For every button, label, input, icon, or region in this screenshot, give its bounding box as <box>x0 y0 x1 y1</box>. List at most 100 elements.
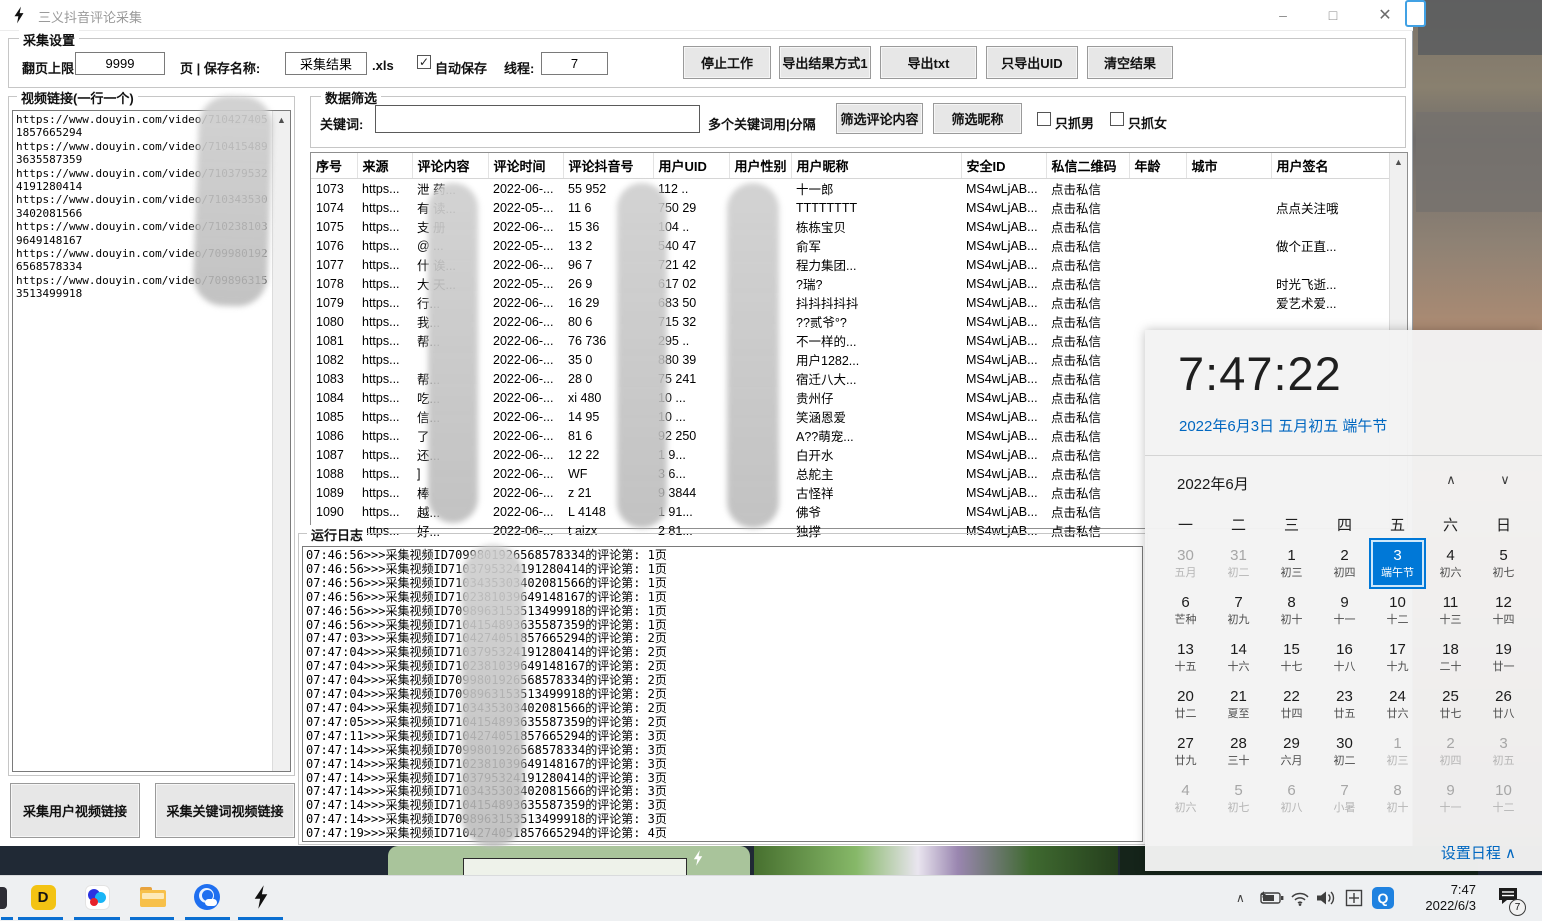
column-header[interactable]: 序号 <box>311 153 357 179</box>
calendar-day[interactable]: 3初五 <box>1477 728 1530 775</box>
male-only-checkbox[interactable] <box>1037 112 1051 126</box>
calendar-day[interactable]: 12十四 <box>1477 587 1530 634</box>
taskbar-browser-icon[interactable] <box>194 884 220 910</box>
schedule-link[interactable]: 设置日程 ∧ <box>1145 842 1516 863</box>
run-log[interactable]: 07:46:56>>>采集视频ID7099801926568578334的评论第… <box>302 546 1143 842</box>
calendar-day[interactable]: 1初三 <box>1371 728 1424 775</box>
collect-keyword-videos-button[interactable]: 采集关键词视频链接 <box>155 783 295 838</box>
calendar-prev-chevron-icon[interactable]: ∧ <box>1437 470 1465 490</box>
minimize-button[interactable]: – <box>1260 1 1306 29</box>
clock-date-link[interactable]: 2022年6月3日 五月初五 端午节 <box>1179 415 1387 436</box>
calendar-day[interactable]: 7小暑 <box>1318 775 1371 822</box>
filter-nickname-button[interactable]: 筛选昵称 <box>933 103 1022 134</box>
links-scrollbar[interactable]: ▲ <box>272 111 290 771</box>
taskbar-partial-icon[interactable] <box>0 887 7 909</box>
calendar-day[interactable]: 8初十 <box>1265 587 1318 634</box>
calendar-day[interactable]: 2初四 <box>1318 540 1371 587</box>
column-header[interactable]: 来源 <box>357 153 412 179</box>
column-header[interactable]: 评论时间 <box>488 153 563 179</box>
calendar-day[interactable]: 15十七 <box>1265 634 1318 681</box>
export-uid-button[interactable]: 只导出UID <box>986 46 1078 79</box>
chevron-up-icon[interactable]: ∧ <box>1505 845 1516 862</box>
save-name-input[interactable]: 采集结果 <box>285 52 367 75</box>
calendar-next-chevron-icon[interactable]: ∨ <box>1491 470 1519 490</box>
calendar-day[interactable]: 4初六 <box>1159 775 1212 822</box>
calendar-day[interactable]: 3端午节 <box>1371 540 1424 587</box>
focused-element-outline[interactable] <box>1405 0 1426 27</box>
tray-browser-icon[interactable]: Q <box>1372 875 1394 921</box>
calendar-day[interactable]: 22廿四 <box>1265 681 1318 728</box>
calendar-day[interactable]: 31初二 <box>1212 540 1265 587</box>
calendar-day[interactable]: 30初二 <box>1318 728 1371 775</box>
calendar-day[interactable]: 4初六 <box>1424 540 1477 587</box>
calendar-day[interactable]: 2初四 <box>1424 728 1477 775</box>
column-header[interactable]: 用户性别 <box>729 153 791 179</box>
stop-button[interactable]: 停止工作 <box>683 46 771 79</box>
column-header[interactable]: 评论内容 <box>412 153 488 179</box>
calendar-day[interactable]: 9十一 <box>1318 587 1371 634</box>
calendar-day[interactable]: 30五月 <box>1159 540 1212 587</box>
ime-input-icon[interactable] <box>1345 875 1363 921</box>
column-header[interactable]: 年龄 <box>1129 153 1186 179</box>
calendar-day[interactable]: 6初八 <box>1265 775 1318 822</box>
taskbar-file-explorer-icon[interactable] <box>140 884 166 910</box>
calendar-day[interactable]: 24廿六 <box>1371 681 1424 728</box>
battery-icon[interactable] <box>1260 875 1284 921</box>
calendar-day[interactable]: 26廿八 <box>1477 681 1530 728</box>
taskbar-netdisk-icon[interactable] <box>84 884 110 910</box>
calendar-day[interactable]: 21夏至 <box>1212 681 1265 728</box>
tray-expand-chevron-icon[interactable]: ∧ <box>1236 875 1256 921</box>
calendar-day[interactable]: 5初七 <box>1477 540 1530 587</box>
taskbar-lightning-app-icon[interactable] <box>248 884 274 910</box>
clear-results-button[interactable]: 清空结果 <box>1087 46 1173 79</box>
calendar-day[interactable]: 27廿九 <box>1159 728 1212 775</box>
column-header[interactable]: 城市 <box>1186 153 1271 179</box>
calendar-day[interactable]: 23廿五 <box>1318 681 1371 728</box>
scroll-up-arrow[interactable]: ▲ <box>1390 153 1407 170</box>
calendar-day[interactable]: 11十三 <box>1424 587 1477 634</box>
calendar-day[interactable]: 28三十 <box>1212 728 1265 775</box>
filter-comment-button[interactable]: 筛选评论内容 <box>836 103 923 134</box>
column-header[interactable]: 用户UID <box>653 153 729 179</box>
calendar-day[interactable]: 20廿二 <box>1159 681 1212 728</box>
volume-icon[interactable] <box>1316 875 1338 921</box>
tray-clock[interactable]: 7:47 2022/6/3 <box>1406 875 1476 921</box>
export-mode1-button[interactable]: 导出结果方式1 <box>779 46 871 79</box>
calendar-day[interactable]: 10十二 <box>1477 775 1530 822</box>
scroll-up-arrow[interactable]: ▲ <box>273 111 290 128</box>
calendar-day[interactable]: 17十九 <box>1371 634 1424 681</box>
column-header[interactable]: 安全ID <box>961 153 1046 179</box>
calendar-day[interactable]: 16十八 <box>1318 634 1371 681</box>
calendar-day[interactable]: 9十一 <box>1424 775 1477 822</box>
column-header[interactable]: 用户昵称 <box>791 153 961 179</box>
taskbar-active-indicator <box>18 917 63 920</box>
taskbar-douyin-tool-icon[interactable]: D <box>30 884 56 910</box>
calendar-day[interactable]: 19廿一 <box>1477 634 1530 681</box>
calendar-day[interactable]: 7初九 <box>1212 587 1265 634</box>
calendar-day[interactable]: 8初十 <box>1371 775 1424 822</box>
calendar-day[interactable]: 14十六 <box>1212 634 1265 681</box>
page-limit-input[interactable]: 9999 <box>75 52 165 75</box>
calendar-day[interactable]: 1初三 <box>1265 540 1318 587</box>
keyword-input[interactable] <box>375 105 700 133</box>
notification-center-icon[interactable]: 7 <box>1497 875 1519 921</box>
schedule-label[interactable]: 设置日程 <box>1441 845 1501 862</box>
thread-input[interactable]: 7 <box>541 52 608 75</box>
maximize-button[interactable]: □ <box>1310 1 1356 29</box>
column-header[interactable]: 评论抖音号 <box>563 153 653 179</box>
close-button[interactable]: ✕ <box>1362 1 1408 29</box>
calendar-day[interactable]: 13十五 <box>1159 634 1212 681</box>
calendar-day[interactable]: 29六月 <box>1265 728 1318 775</box>
wifi-icon[interactable] <box>1290 875 1310 921</box>
column-header[interactable]: 私信二维码 <box>1046 153 1129 179</box>
female-only-checkbox[interactable] <box>1110 112 1124 126</box>
calendar-day[interactable]: 6芒种 <box>1159 587 1212 634</box>
export-txt-button[interactable]: 导出txt <box>880 46 977 79</box>
autosave-checkbox[interactable]: ✓ <box>417 55 431 69</box>
collect-user-videos-button[interactable]: 采集用户视频链接 <box>10 783 140 838</box>
column-header[interactable]: 用户签名 <box>1271 153 1391 179</box>
calendar-day[interactable]: 25廿七 <box>1424 681 1477 728</box>
calendar-day[interactable]: 10十二 <box>1371 587 1424 634</box>
calendar-day[interactable]: 18二十 <box>1424 634 1477 681</box>
calendar-day[interactable]: 5初七 <box>1212 775 1265 822</box>
